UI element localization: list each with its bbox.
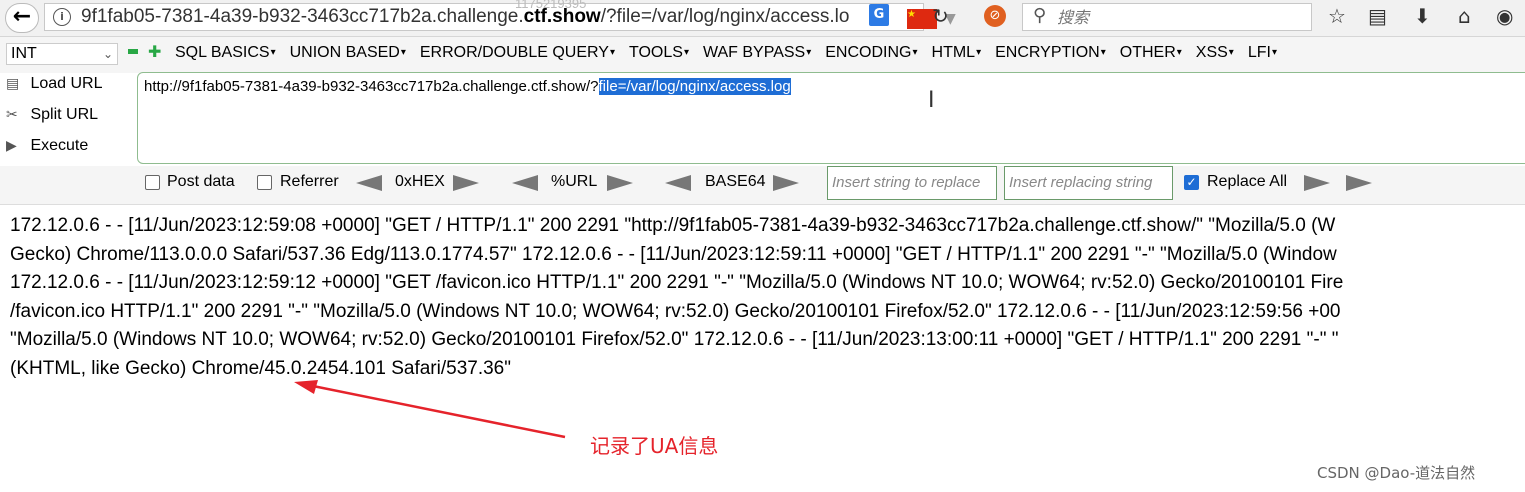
split-url-label: Split URL [30,106,99,123]
translate-icon[interactable]: G [869,4,889,26]
reading-list-icon[interactable]: ▤ [1368,4,1387,28]
split-url-button[interactable]: ✂ Split URL [6,106,98,124]
base64-decode-arrow-icon[interactable] [665,175,691,191]
execute-label: Execute [30,137,89,154]
reload-icon[interactable]: ↻ [932,4,949,28]
url-encode-arrow-icon[interactable] [607,175,633,191]
menu-error-double-query[interactable]: ERROR/DOUBLE QUERY [420,44,615,62]
address-url-prefix: 9f1fab05-7381-4a39-b932-3463cc717b2a.cha… [81,6,524,27]
replace-arrow-icon[interactable] [1304,175,1330,191]
watermark: CSDN @Dao-道法自然 [1317,464,1476,482]
menu-tools[interactable]: TOOLS [629,44,689,62]
url-textarea-selection: file=/var/log/nginx/access.log [598,78,791,95]
url-textarea-prefix: http://9f1fab05-7381-4a39-b932-3463cc717… [144,78,599,95]
referrer-label: Referrer [280,173,339,190]
annotation-arrow [294,380,566,439]
annotation-text: 记录了UA信息 [590,434,719,458]
address-url[interactable]: 9f1fab05-7381-4a39-b932-3463cc717b2a.cha… [81,6,851,28]
referrer-checkbox[interactable] [257,175,272,190]
home-icon[interactable]: ⌂ [1458,4,1471,28]
hackbar-menu: SQL BASICS UNION BASED ERROR/DOUBLE QUER… [175,44,1291,62]
log-line: Gecko) Chrome/113.0.0.0 Safari/537.36 Ed… [10,243,1337,265]
base64-encode-arrow-icon[interactable] [773,175,799,191]
int-select[interactable]: INT ⌄ [6,43,118,65]
plus-icon[interactable]: ✚ [148,42,161,61]
hex-encode-arrow-icon[interactable] [453,175,479,191]
search-input[interactable] [1057,8,1297,27]
menu-xss[interactable]: XSS [1196,44,1234,62]
minus-icon[interactable] [128,49,138,54]
url-textarea-text: http://9f1fab05-7381-4a39-b932-3463cc717… [144,78,791,95]
hackbar-options: Post data Referrer 0xHEX %URL BASE64 Ins… [0,166,1525,205]
hex-label: 0xHEX [395,173,445,190]
chevron-down-icon: ⌄ [102,47,113,61]
scissors-icon: ✂ [6,106,18,122]
menu-other[interactable]: OTHER [1120,44,1182,62]
menu-sql-basics[interactable]: SQL BASICS [175,44,276,62]
address-url-suffix: /?file=/var/log/nginx/access.lo [600,6,850,27]
address-bar[interactable]: 1175219395 i 9f1fab05-7381-4a39-b932-346… [44,0,956,31]
post-data-label: Post data [167,173,235,190]
menu-html[interactable]: HTML [932,44,982,62]
url-decode-arrow-icon[interactable] [512,175,538,191]
menu-waf-bypass[interactable]: WAF BYPASS [703,44,811,62]
base64-label: BASE64 [705,173,766,190]
menu-encryption[interactable]: ENCRYPTION [995,44,1106,62]
address-url-domain: ctf.show [523,6,601,27]
back-arrow-icon: ← [12,4,32,29]
url-encode-label: %URL [551,173,598,190]
log-line: 172.12.0.6 - - [11/Jun/2023:12:59:08 +00… [10,215,1336,236]
profile-icon[interactable]: ◉ [1496,4,1513,28]
download-icon[interactable]: ⬇ [1414,4,1431,28]
browser-toolbar: ← 1175219395 i 9f1fab05-7381-4a39-b932-3… [0,0,1525,37]
bookmark-star-icon[interactable]: ☆ [1328,4,1346,28]
post-data-checkbox[interactable] [145,175,160,190]
load-url-label: Load URL [30,75,103,92]
replace-next-arrow-icon[interactable] [1346,175,1372,191]
log-line: (KHTML, like Gecko) Chrome/45.0.2454.101… [10,357,511,379]
int-select-value: INT [11,45,37,62]
url-textarea[interactable]: http://9f1fab05-7381-4a39-b932-3463cc717… [137,72,1525,164]
insert-string-input[interactable]: Insert string to replace [827,166,997,200]
execute-button[interactable]: ▶ Execute [6,137,88,155]
replace-all-label: Replace All [1207,173,1288,190]
back-button[interactable]: ← [5,3,39,33]
load-icon: ▤ [6,75,20,91]
menu-encoding[interactable]: ENCODING [825,44,917,62]
annotation-arrow-line [307,383,566,439]
info-icon[interactable]: i [53,8,71,26]
log-line: /favicon.ico HTTP/1.1" 200 2291 "-" "Moz… [10,300,1341,322]
search-box[interactable]: ⚲ [1022,3,1312,31]
log-line: "Mozilla/5.0 (Windows NT 10.0; WOW64; rv… [10,329,1339,350]
replace-all-checkbox[interactable]: ✓ [1184,175,1199,190]
adblock-icon[interactable]: ⊘ [984,5,1006,27]
search-icon: ⚲ [1033,5,1047,26]
hex-decode-arrow-icon[interactable] [356,175,382,191]
text-cursor-icon: I [928,88,935,113]
play-icon: ▶ [6,137,17,153]
hackbar-toolbar: INT ⌄ ✚ SQL BASICS UNION BASED ERROR/DOUB… [0,37,1525,73]
menu-union-based[interactable]: UNION BASED [290,44,406,62]
log-line: 172.12.0.6 - - [11/Jun/2023:12:59:12 +00… [10,272,1344,293]
menu-lfi[interactable]: LFI [1248,44,1277,62]
annotation-arrow-head [294,380,318,394]
insert-replacing-input[interactable]: Insert replacing string [1004,166,1173,200]
log-content: 172.12.0.6 - - [11/Jun/2023:12:59:08 +00… [10,212,1525,383]
load-url-button[interactable]: ▤ Load URL [6,75,103,93]
